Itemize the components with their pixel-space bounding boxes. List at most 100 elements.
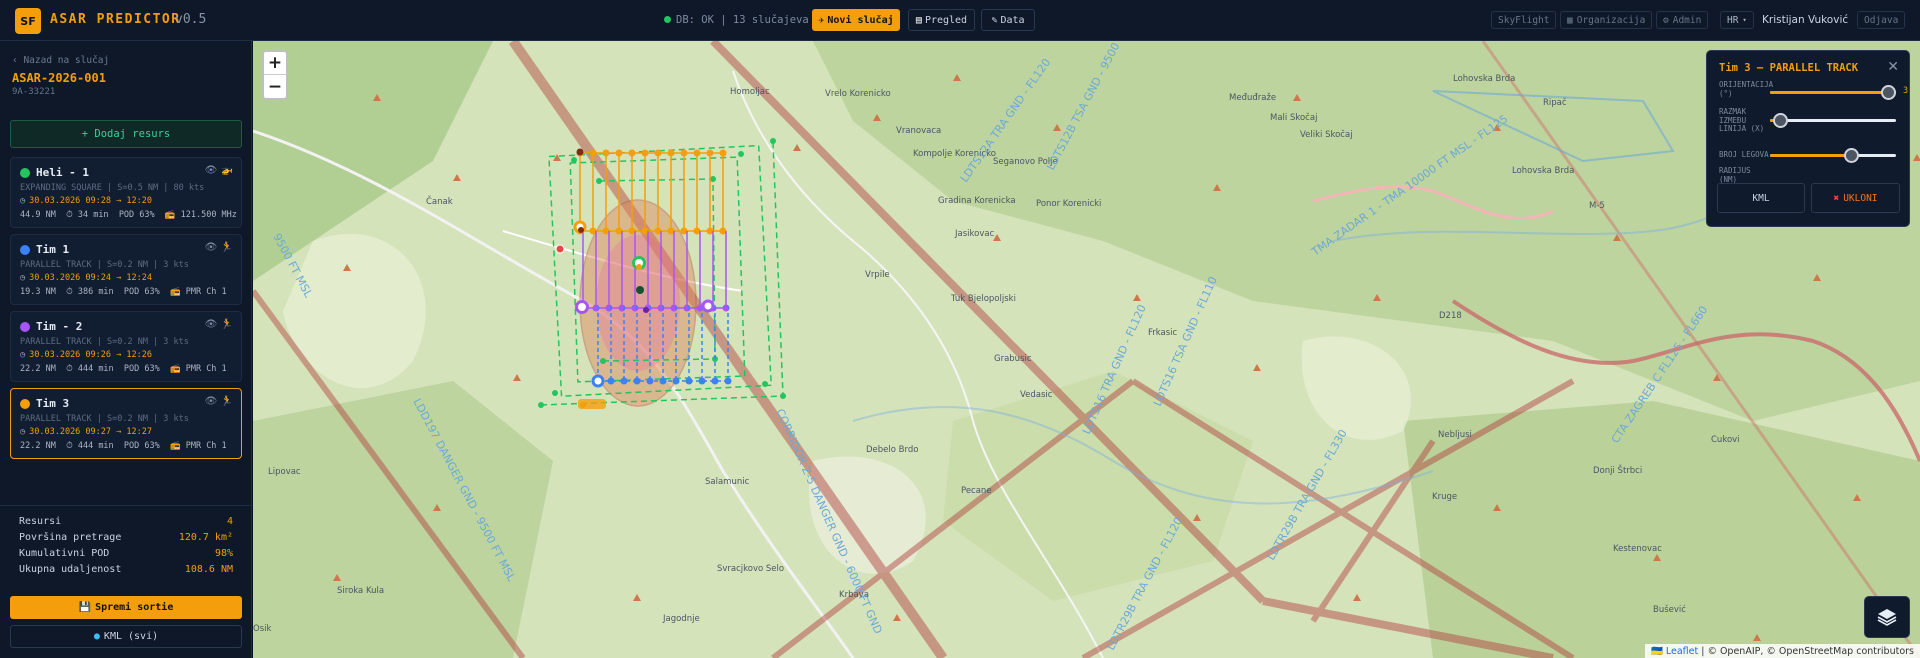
resource-card-active[interactable]: Tim 3 👁 🏃 PARALLEL TRACK | S=0.2 NM | 3 … [10,388,242,459]
map-canvas[interactable]: Homoljac Vrelo Korenicko Vranovaca Kompo… [253,41,1920,658]
organization-link[interactable]: ▦ Organizacija [1560,11,1653,29]
resource-time-text: 30.03.2026 09:26 → 12:26 [29,350,152,360]
overview-button[interactable]: ▤ Pregled [908,9,975,31]
place-label: Ponor Korenicki [1036,199,1101,209]
leaflet-link[interactable]: Leaflet [1666,646,1698,657]
divider [0,505,252,506]
place-label: Lohovska Brda [1453,74,1515,84]
summary-value: 4 [226,516,233,527]
remove-button[interactable]: ✖ UKLONI [1811,183,1900,213]
road-number-label: M-5 [1589,201,1605,211]
add-resource-button[interactable]: + Dodaj resurs [10,120,242,148]
waypoint [710,176,716,182]
tim2-start-marker[interactable] [575,300,589,314]
last-known-position-marker[interactable] [555,244,565,254]
resource-distance: 22.2 NM [20,364,56,374]
save-sorties-button[interactable]: 💾 Spremi sortie [10,596,242,619]
kml-export-button[interactable]: KML [1717,183,1805,213]
eye-icon[interactable]: 👁 [205,396,218,407]
summary-label: Resursi [19,516,62,527]
resource-color-dot [20,168,30,178]
tim2-start-marker[interactable] [701,299,715,313]
timer-icon: ⏱ [66,364,73,374]
back-link[interactable]: ‹ Nazad na slučaj [12,55,109,66]
zoom-in-button[interactable]: + [264,52,286,75]
resource-distance: 22.2 NM [20,441,56,451]
pencil-icon: ✎ [991,14,998,26]
place-label: Kruge [1432,492,1457,502]
hiker-icon: 🏃 [220,396,233,407]
building-icon: ▦ [1567,14,1573,26]
sidebar: ‹ Nazad na slučaj ASAR-2026-001 9A-33221… [0,41,252,658]
resource-name: Tim 3 [36,397,70,410]
resource-name: Tim - 2 [36,320,83,333]
orientation-value: 3 [1903,86,1909,96]
helicopter-icon: 🚁 [220,165,233,176]
place-label: Vrelo Korenicko [825,89,891,99]
legs-slider[interactable] [1770,148,1896,163]
eye-icon[interactable]: 👁 [205,165,218,176]
data-button[interactable]: ✎ Data [981,9,1035,31]
close-icon[interactable]: ✕ [1887,59,1899,75]
summary-label: Površina pretrage [19,532,122,543]
road-number-label: D218 [1439,311,1462,321]
waypoint [659,377,667,385]
save-label: Spremi sortie [95,602,174,613]
hiker-icon: 🏃 [220,319,233,330]
save-icon: 💾 [78,602,92,613]
resource-pattern: PARALLEL TRACK | S=0.2 NM | 3 kts [20,260,189,270]
heli-end-marker [636,286,644,294]
summary-label: Kumulativni POD [19,548,110,559]
tim1-start-marker[interactable] [591,374,605,388]
eye-icon[interactable]: 👁 [205,319,218,330]
layers-button[interactable] [1864,596,1910,638]
waypoint [706,149,714,157]
place-label: Bušević [1653,604,1686,615]
place-label: Osik [253,624,271,634]
skyflight-link[interactable]: SkyFlight [1491,11,1557,29]
user-name: Kristijan Vuković [1762,14,1849,26]
kml-all-button[interactable]: ● KML (svi) [10,625,242,648]
logout-button[interactable]: Odjava [1857,11,1906,29]
hiker-icon: 🏃 [220,242,233,253]
clock-icon: ◷ [20,196,26,206]
waypoint [620,377,628,385]
resource-actions: 👁 🚁 [205,165,233,176]
place-label: Gradina Korenicka [938,196,1016,206]
slider-fill [1770,154,1851,157]
waypoint [571,157,577,163]
tim3-end-marker [578,227,584,233]
resource-color-dot [20,322,30,332]
resource-card[interactable]: Tim 1 👁 🏃 PARALLEL TRACK | S=0.2 NM | 3 … [10,234,242,305]
language-select[interactable]: HR ▾ [1720,11,1754,29]
place-label: Debelo Brdo [866,445,918,455]
resource-stats: 22.2 NM ⏱ 444 min POD 63% 📻 PMR Ch 1 [20,441,227,451]
waypoint [719,149,727,157]
resource-card[interactable]: Tim - 2 👁 🏃 PARALLEL TRACK | S=0.2 NM | … [10,311,242,382]
admin-link[interactable]: ⚙ Admin [1656,11,1709,29]
zoom-out-button[interactable]: − [264,75,286,98]
case-id: ASAR-2026-001 [12,71,106,85]
eye-icon[interactable]: 👁 [205,242,218,253]
place-label: Ripač [1543,97,1567,108]
app-logo[interactable]: SF [15,8,41,34]
map[interactable]: Homoljac Vrelo Korenicko Vranovaca Kompo… [253,41,1920,658]
slider-knob[interactable] [1881,85,1897,100]
waypoint [600,358,606,364]
resource-duration: 444 min [77,364,114,374]
base-marker[interactable] [578,399,606,409]
resource-radio: PMR Ch 1 [185,364,227,374]
new-case-button[interactable]: ✈ Novi slučaj [812,9,900,31]
resource-card[interactable]: Heli - 1 👁 🚁 EXPANDING SQUARE | S=0.5 NM… [10,157,242,228]
waypoint [602,149,610,157]
slider-knob[interactable] [1843,148,1859,163]
resource-time: ◷ 30.03.2026 09:28 → 12:20 [20,196,152,206]
slider-knob[interactable] [1773,113,1789,128]
resource-distance: 44.9 NM [20,210,56,220]
summary-value: 108.6 NM [184,564,233,575]
logout-label: Odjava [1864,14,1899,26]
waypoint [693,149,701,157]
orientation-slider[interactable] [1770,85,1897,100]
spacing-slider[interactable] [1770,113,1896,128]
new-case-label: Novi slučaj [827,14,894,26]
